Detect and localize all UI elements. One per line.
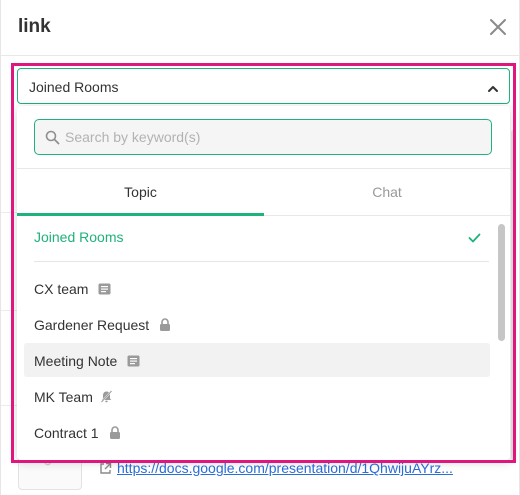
list-item-label: Meeting Note <box>34 353 118 369</box>
room-type-selector[interactable]: Joined Rooms <box>17 68 510 104</box>
list-item-label: CX team <box>34 281 89 297</box>
selector-value: Joined Rooms <box>29 79 119 95</box>
list-item-gardener-request[interactable]: Gardener Request <box>24 307 490 341</box>
dropdown-panel: Topic Chat Joined Rooms CX team Gardener… <box>17 106 510 460</box>
list-item-joined-rooms[interactable]: Joined Rooms <box>24 219 490 253</box>
check-icon <box>468 230 481 248</box>
dialog-scrollbar[interactable] <box>511 130 516 460</box>
external-link-icon <box>99 462 112 478</box>
search-icon <box>45 130 60 150</box>
chevron-up-icon <box>487 81 499 99</box>
divider <box>1 212 18 213</box>
list-item-meeting-note[interactable]: Meeting Note <box>24 343 490 377</box>
list-item-label: MK Team <box>34 389 93 405</box>
divider <box>1 405 18 406</box>
divider <box>1 310 18 311</box>
list-item-mk-team[interactable]: MK Team <box>24 379 490 413</box>
room-list: Joined Rooms CX team Gardener Request Me… <box>17 217 497 460</box>
list-item-contract-1[interactable]: Contract 1 <box>24 415 490 449</box>
dialog-divider <box>1 55 520 56</box>
list-scrollbar-thumb[interactable] <box>498 224 505 341</box>
lock-icon <box>159 318 171 336</box>
list-item-cx-team[interactable]: CX team <box>24 271 490 305</box>
tab-bar: Topic Chat <box>17 168 510 216</box>
tab-topic[interactable]: Topic <box>17 169 264 216</box>
search-box[interactable] <box>34 119 492 155</box>
note-icon <box>98 282 111 300</box>
note-icon <box>127 354 140 372</box>
search-input[interactable] <box>65 120 485 154</box>
link-url[interactable]: https://docs.google.com/presentation/d/1… <box>99 460 453 478</box>
list-divider <box>34 261 489 262</box>
close-icon[interactable] <box>488 17 508 37</box>
bell-off-icon <box>100 390 113 408</box>
active-tab-indicator <box>17 213 264 216</box>
list-item-label: Gardener Request <box>34 317 150 333</box>
list-item-label: Joined Rooms <box>34 229 124 245</box>
dialog-title: link <box>18 16 51 37</box>
lock-icon <box>109 426 121 444</box>
tab-chat[interactable]: Chat <box>264 169 510 216</box>
list-item-label: Contract 1 <box>34 425 99 441</box>
link-url-text: https://docs.google.com/presentation/d/1… <box>117 460 453 476</box>
